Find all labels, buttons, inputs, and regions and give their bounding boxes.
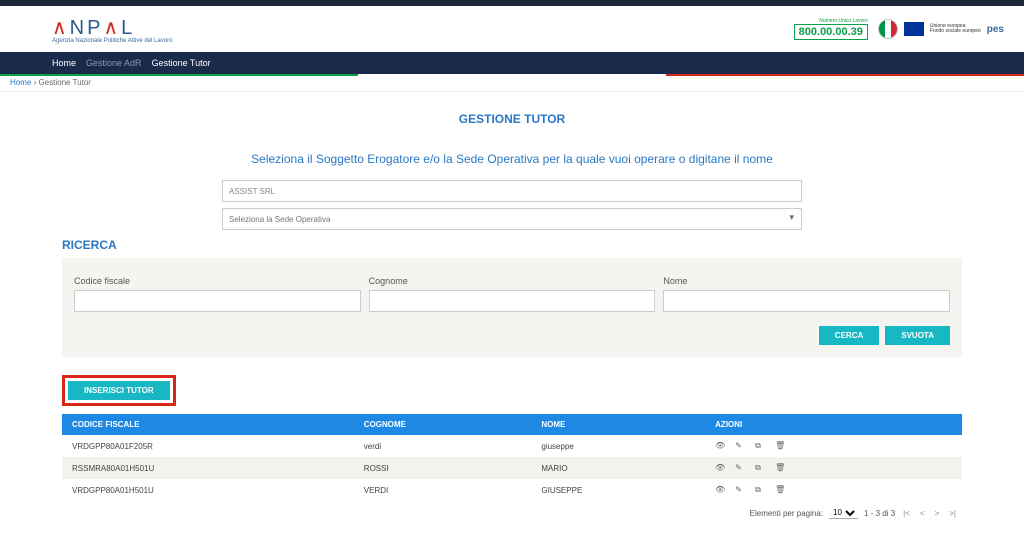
cell-cognome: ROSSI (354, 457, 532, 479)
table-row: RSSMRA80A01H501UROSSIMARIO 👁 ✎ ⧉ 🗑 (62, 457, 962, 479)
breadcrumb-current: Gestione Tutor (38, 78, 90, 87)
phone-box: Numero Unico Lavoro 800.00.00.39 (794, 18, 868, 40)
breadcrumb-home[interactable]: Home (10, 78, 31, 87)
copy-icon[interactable]: ⧉ (755, 441, 765, 451)
th-cognome: COGNOME (354, 414, 532, 435)
cerca-button[interactable]: CERCA (819, 326, 879, 345)
table-row: VRDGPP80A01H501UVERDIGIUSEPPE 👁 ✎ ⧉ 🗑 (62, 479, 962, 501)
eu-text-2: Fondo sociale europeo (930, 29, 981, 34)
search-panel: Codice fiscale Cognome Nome CERCA SVUOTA (62, 258, 962, 357)
codice-fiscale-input[interactable] (74, 290, 361, 312)
pagination: Elementi per pagina: 10 1 - 3 di 3 |< < … (62, 501, 962, 525)
delete-icon[interactable]: 🗑 (775, 441, 785, 451)
nav-gestione-tutor[interactable]: Gestione Tutor (152, 58, 211, 68)
eu-flag-icon (904, 22, 924, 36)
svuota-button[interactable]: SVUOTA (885, 326, 950, 345)
edit-icon[interactable]: ✎ (735, 463, 745, 473)
inserisci-tutor-button[interactable]: INSERISCI TUTOR (68, 381, 170, 400)
nav-gestione-adr[interactable]: Gestione AdR (86, 58, 142, 68)
eu-text: Unione europea Fondo sociale europeo (930, 24, 981, 34)
ricerca-heading: RICERCA (62, 238, 962, 252)
cell-nome: GIUSEPPE (531, 479, 705, 501)
cell-azioni: 👁 ✎ ⧉ 🗑 (705, 457, 962, 479)
cell-cognome: VERDI (354, 479, 532, 501)
page-title: GESTIONE TUTOR (62, 112, 962, 126)
cell-azioni: 👁 ✎ ⧉ 🗑 (705, 435, 962, 457)
copy-icon[interactable]: ⧉ (755, 463, 765, 473)
pes-logo: pes (987, 24, 1004, 35)
tutor-table-wrap: CODICE FISCALE COGNOME NOME AZIONI VRDGP… (62, 414, 962, 525)
nav-home[interactable]: Home (52, 58, 76, 68)
table-row: VRDGPP80A01F205Rverdigiuseppe 👁 ✎ ⧉ 🗑 (62, 435, 962, 457)
insert-highlight: INSERISCI TUTOR (62, 375, 176, 406)
pagination-range: 1 - 3 di 3 (864, 509, 895, 518)
tutor-table: CODICE FISCALE COGNOME NOME AZIONI VRDGP… (62, 414, 962, 501)
navbar: Home Gestione AdR Gestione Tutor (0, 52, 1024, 74)
sede-operativa-select[interactable] (222, 208, 802, 230)
cognome-label: Cognome (369, 276, 656, 286)
cell-azioni: 👁 ✎ ⧉ 🗑 (705, 479, 962, 501)
next-page-icon[interactable]: > (933, 509, 942, 518)
last-page-icon[interactable]: >| (947, 509, 958, 518)
delete-icon[interactable]: 🗑 (775, 463, 785, 473)
cell-cf: VRDGPP80A01F205R (62, 435, 354, 457)
th-nome: NOME (531, 414, 705, 435)
edit-icon[interactable]: ✎ (735, 485, 745, 495)
copy-icon[interactable]: ⧉ (755, 485, 765, 495)
phone-number: 800.00.00.39 (794, 24, 868, 40)
per-page-select[interactable]: 10 (829, 507, 858, 519)
cell-cf: VRDGPP80A01H501U (62, 479, 354, 501)
page-content: GESTIONE TUTOR Seleziona il Soggetto Ero… (62, 92, 962, 535)
logo-text: ∧NP∧L (52, 15, 172, 40)
view-icon[interactable]: 👁 (715, 441, 725, 451)
soggetto-erogatore-input[interactable] (222, 180, 802, 202)
nome-input[interactable] (663, 290, 950, 312)
th-cf: CODICE FISCALE (62, 414, 354, 435)
italy-emblem-icon (878, 19, 898, 39)
logo[interactable]: ∧NP∧L Agenzia Nazionale Politiche Attive… (52, 15, 172, 44)
per-page-label: Elementi per pagina: (750, 509, 823, 518)
logo-subtitle: Agenzia Nazionale Politiche Attive del L… (52, 38, 172, 44)
cell-cognome: verdi (354, 435, 532, 457)
view-icon[interactable]: 👁 (715, 463, 725, 473)
first-page-icon[interactable]: |< (901, 509, 912, 518)
cf-label: Codice fiscale (74, 276, 361, 286)
th-azioni: AZIONI (705, 414, 962, 435)
view-icon[interactable]: 👁 (715, 485, 725, 495)
cell-nome: MARIO (531, 457, 705, 479)
cell-nome: giuseppe (531, 435, 705, 457)
nome-label: Nome (663, 276, 950, 286)
header-right: Numero Unico Lavoro 800.00.00.39 Unione … (794, 18, 1004, 40)
cognome-input[interactable] (369, 290, 656, 312)
cell-cf: RSSMRA80A01H501U (62, 457, 354, 479)
header: ∧NP∧L Agenzia Nazionale Politiche Attive… (0, 6, 1024, 52)
breadcrumb: Home › Gestione Tutor (0, 74, 1024, 92)
page-subtitle: Seleziona il Soggetto Erogatore e/o la S… (62, 152, 962, 166)
delete-icon[interactable]: 🗑 (775, 485, 785, 495)
edit-icon[interactable]: ✎ (735, 441, 745, 451)
prev-page-icon[interactable]: < (918, 509, 927, 518)
